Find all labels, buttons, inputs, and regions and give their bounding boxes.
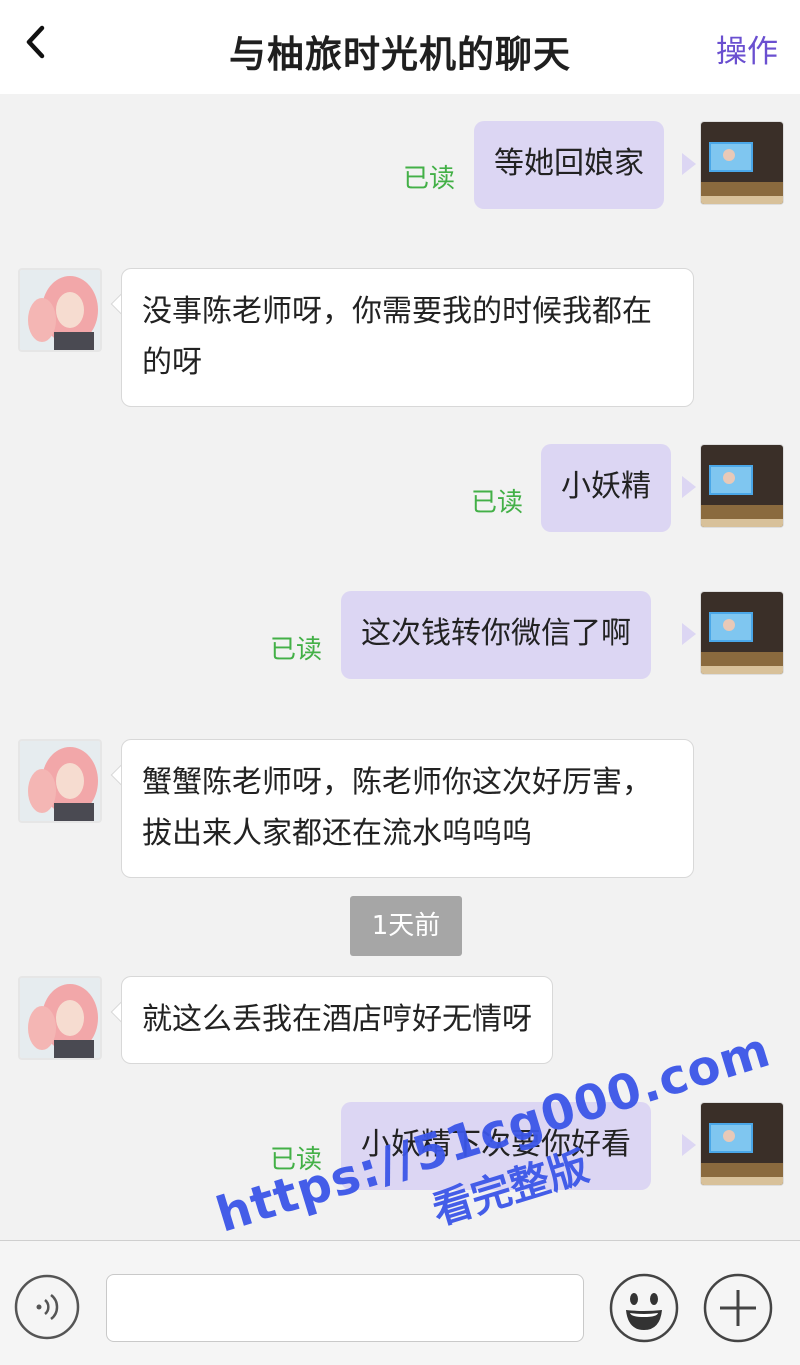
contact-avatar[interactable] (18, 976, 102, 1060)
read-status: 已读 (403, 164, 456, 194)
voice-icon (14, 1274, 80, 1340)
message-text: 这次钱转你微信了啊 (361, 616, 631, 651)
message-text: 小妖精 (561, 469, 651, 504)
input-bar (0, 1240, 800, 1365)
message-bubble-outgoing[interactable]: 这次钱转你微信了啊 (341, 591, 651, 679)
message-bubble-incoming[interactable]: 没事陈老师呀，你需要我的时候我都在的呀 (121, 268, 694, 407)
emoji-icon (609, 1273, 679, 1343)
message-bubble-outgoing[interactable]: 等她回娘家 (474, 121, 664, 209)
my-avatar[interactable] (700, 1102, 784, 1186)
read-status: 已读 (471, 488, 524, 518)
message-bubble-incoming[interactable]: 就这么丢我在酒店哼好无情呀 (121, 976, 553, 1064)
my-avatar[interactable] (700, 121, 784, 205)
voice-button[interactable] (14, 1274, 80, 1340)
my-avatar[interactable] (700, 444, 784, 528)
message-bubble-outgoing[interactable]: 小妖精下次要你好看 (341, 1102, 651, 1190)
message-text: 蟹蟹陈老师呀，陈老师你这次好厉害，拔出来人家都还在流水呜呜呜 (142, 765, 652, 851)
contact-avatar[interactable] (18, 739, 102, 823)
read-status: 已读 (270, 635, 323, 665)
message-bubble-outgoing[interactable]: 小妖精 (541, 444, 671, 532)
contact-avatar[interactable] (18, 268, 102, 352)
my-avatar[interactable] (700, 591, 784, 675)
message-bubble-incoming[interactable]: 蟹蟹陈老师呀，陈老师你这次好厉害，拔出来人家都还在流水呜呜呜 (121, 739, 694, 878)
page-title: 与柚旅时光机的聊天 (229, 33, 571, 76)
chat-header: 与柚旅时光机的聊天 操作 (0, 0, 800, 94)
emoji-button[interactable] (608, 1272, 680, 1344)
message-text: 小妖精下次要你好看 (361, 1127, 631, 1162)
plus-button[interactable] (702, 1272, 774, 1344)
message-text: 就这么丢我在酒店哼好无情呀 (142, 1002, 532, 1037)
actions-button[interactable]: 操作 (716, 26, 778, 71)
message-text: 等她回娘家 (494, 146, 644, 181)
message-text: 没事陈老师呀，你需要我的时候我都在的呀 (142, 294, 652, 380)
time-divider: 1天前 (350, 896, 462, 956)
plus-icon (703, 1273, 773, 1343)
message-input[interactable] (106, 1274, 584, 1342)
read-status: 已读 (270, 1145, 323, 1175)
